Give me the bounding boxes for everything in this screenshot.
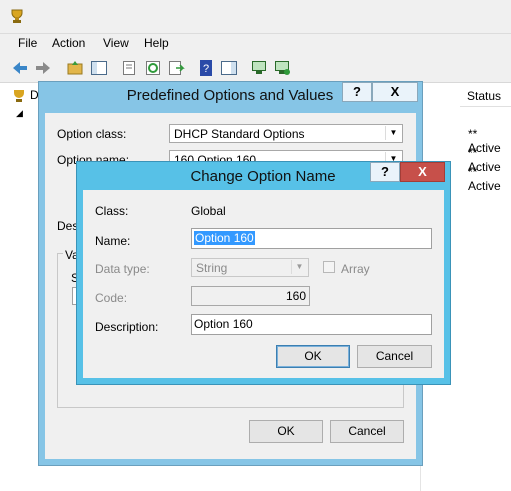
description-input[interactable]: Option 160 — [191, 314, 432, 335]
description-input-value: Option 160 — [194, 317, 253, 331]
name-input[interactable]: Option 160 — [191, 228, 432, 249]
svg-text:?: ? — [203, 63, 209, 75]
option-class-combo[interactable]: DHCP Standard Options ▼ — [169, 124, 403, 143]
name-label: Name: — [95, 234, 131, 248]
column-header-status[interactable]: Status — [460, 84, 511, 107]
class-value: Global — [191, 204, 226, 218]
tree-pane: D ◢ — [0, 84, 40, 491]
up-folder-icon[interactable] — [66, 59, 84, 77]
array-checkbox[interactable] — [323, 261, 335, 273]
class-label: Class: — [95, 204, 129, 218]
name-input-value: Option 160 — [194, 231, 255, 245]
action-pane-icon[interactable] — [220, 59, 238, 77]
data-type-value: String — [196, 261, 228, 275]
app-titlebar — [0, 0, 511, 34]
close-button[interactable]: X — [372, 82, 418, 102]
code-label: Code: — [95, 291, 128, 305]
help-button[interactable]: ? — [370, 162, 400, 182]
forward-arrow-icon[interactable] — [34, 59, 52, 77]
help-button[interactable]: ? — [342, 82, 372, 102]
ok-button[interactable]: OK — [249, 420, 323, 443]
data-type-combo[interactable]: String ▼ — [191, 258, 309, 277]
description-label: Description: — [95, 320, 159, 334]
back-arrow-icon[interactable] — [11, 59, 29, 77]
chevron-down-icon[interactable]: ▼ — [291, 260, 307, 274]
data-type-label: Data type: — [95, 262, 150, 276]
menu-view[interactable]: View — [103, 36, 129, 50]
show-hide-tree-icon[interactable] — [90, 59, 108, 77]
help-book-icon[interactable]: ? — [197, 59, 215, 77]
trophy-icon — [12, 89, 26, 103]
option-class-value: DHCP Standard Options — [174, 127, 305, 141]
refresh-icon[interactable] — [144, 59, 162, 77]
ok-button[interactable]: OK — [276, 345, 350, 368]
cancel-button[interactable]: Cancel — [330, 420, 404, 443]
server-add-icon[interactable] — [273, 59, 291, 77]
close-button[interactable]: X — [400, 162, 445, 182]
expand-triangle-icon[interactable]: ◢ — [16, 108, 23, 119]
array-label: Array — [341, 262, 370, 276]
menu-help[interactable]: Help — [144, 36, 169, 50]
menu-bar: File Action View Help — [0, 34, 511, 54]
chevron-down-icon[interactable]: ▼ — [385, 126, 401, 140]
code-field: 160 — [191, 286, 310, 306]
export-list-icon[interactable] — [167, 59, 185, 77]
toolbar: ? — [0, 54, 511, 83]
code-value: 160 — [285, 289, 306, 303]
menu-file[interactable]: File — [18, 36, 37, 50]
trophy-icon — [9, 8, 25, 24]
option-class-label: Option class: — [57, 127, 127, 141]
properties-icon[interactable] — [120, 59, 138, 77]
list-item-status[interactable]: ** Active — [468, 165, 511, 193]
menu-action[interactable]: Action — [52, 36, 85, 50]
server-monitor-icon[interactable] — [250, 59, 268, 77]
cancel-button[interactable]: Cancel — [357, 345, 432, 368]
